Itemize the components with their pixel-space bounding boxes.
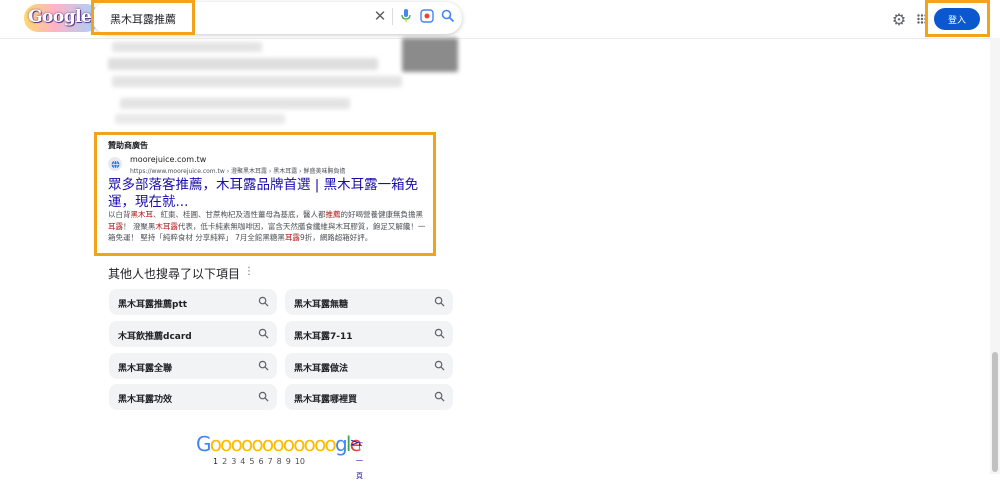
ad-site-url[interactable]: https://www.moorejuice.com.tw › 澄聚黑木耳露 ›… — [130, 166, 345, 175]
search-icon — [258, 296, 269, 307]
page-link[interactable]: 6 — [258, 457, 263, 466]
related-search-chip[interactable]: 黑木耳露全聯 — [109, 353, 277, 379]
page-link[interactable]: 2 — [222, 457, 227, 466]
page-link[interactable]: 5 — [249, 457, 254, 466]
search-icon — [258, 360, 269, 371]
google-doodle-logo[interactable]: Google — [24, 4, 100, 32]
related-search-chip[interactable]: 黑木耳露做法 — [285, 353, 453, 379]
chip-label: 黑木耳露無糖 — [294, 300, 349, 310]
lens-icon[interactable] — [419, 8, 435, 24]
chip-label: 木耳飲推薦dcard — [118, 332, 192, 342]
page-link[interactable]: 7 — [268, 457, 273, 466]
gear-icon[interactable]: ⚙ — [890, 10, 908, 29]
chip-label: 黑木耳露全聯 — [118, 364, 173, 374]
sponsored-label: 贊助商廣告 — [108, 141, 148, 150]
more-options-icon[interactable]: ⋮ — [325, 165, 333, 174]
search-icon — [258, 391, 269, 402]
scrollbar-thumb[interactable] — [992, 352, 998, 472]
related-search-chip[interactable]: 黑木耳露哪裡買 — [285, 384, 453, 410]
search-icon — [434, 360, 445, 371]
ad-description: 以白背黑木耳、紅棗、桂圓、甘蔗枸杞及溫性薑母為基底，醫人都推薦的好喝營養健康無負… — [108, 210, 426, 242]
search-icon — [258, 328, 269, 339]
clear-icon[interactable]: ✕ — [372, 7, 388, 25]
blurred-result-line-5 — [115, 114, 285, 124]
logo-text: Google — [28, 7, 92, 27]
top-bar: Google 黑木耳露推薦 ✕ ⚙ 登入 — [0, 0, 1000, 39]
mic-icon[interactable] — [398, 8, 414, 24]
chip-label: 黑木耳露功效 — [118, 395, 173, 405]
blurred-result-line-2 — [108, 58, 378, 70]
search-icon — [434, 328, 445, 339]
blurred-result-line-1 — [112, 42, 262, 52]
ad-site-name[interactable]: moorejuice.com.tw — [130, 155, 206, 164]
next-page-link[interactable]: 下一頁 — [356, 439, 364, 484]
related-search-chip[interactable]: 木耳飲推薦dcard — [109, 321, 277, 347]
related-search-chip[interactable]: 黑木耳露推薦ptt — [109, 289, 277, 315]
related-search-chip[interactable]: 黑木耳露功效 — [109, 384, 277, 410]
chip-label: 黑木耳露7-11 — [294, 332, 353, 342]
globe-icon[interactable] — [108, 157, 122, 171]
search-icon — [434, 391, 445, 402]
related-more-icon[interactable]: ⋮ — [244, 266, 254, 277]
page-link[interactable]: 3 — [231, 457, 236, 466]
page-link[interactable]: 4 — [240, 457, 245, 466]
query-highlight-box — [91, 0, 195, 35]
related-search-chip[interactable]: 黑木耳露無糖 — [285, 289, 453, 315]
related-searches-heading: 其他人也搜尋了以下項目 — [108, 267, 241, 281]
search-divider — [392, 8, 393, 25]
login-highlight-box — [925, 0, 990, 37]
page-link[interactable]: 8 — [277, 457, 282, 466]
search-icon[interactable] — [440, 8, 456, 24]
blurred-result-line-3 — [112, 76, 402, 87]
ad-title-link[interactable]: 眾多部落客推薦，木耳露品牌首選 | 黑木耳露一箱免運，現在就... — [108, 177, 428, 211]
related-search-chip[interactable]: 黑木耳露7-11 — [285, 321, 453, 347]
pagination-logo: Goooooooooooogle — [196, 432, 362, 456]
page-numbers: 1 2 3 4 5 6 7 8 9 10 — [213, 457, 309, 466]
chip-label: 黑木耳露哪裡買 — [294, 395, 358, 405]
search-icon — [434, 296, 445, 307]
page-link[interactable]: 9 — [286, 457, 291, 466]
page-current: 1 — [213, 457, 219, 466]
chip-label: 黑木耳露推薦ptt — [118, 300, 188, 310]
chip-label: 黑木耳露做法 — [294, 364, 349, 374]
page-link[interactable]: 10 — [295, 457, 305, 466]
blurred-thumbnail[interactable] — [402, 38, 458, 72]
blurred-result-line-4 — [120, 98, 350, 109]
